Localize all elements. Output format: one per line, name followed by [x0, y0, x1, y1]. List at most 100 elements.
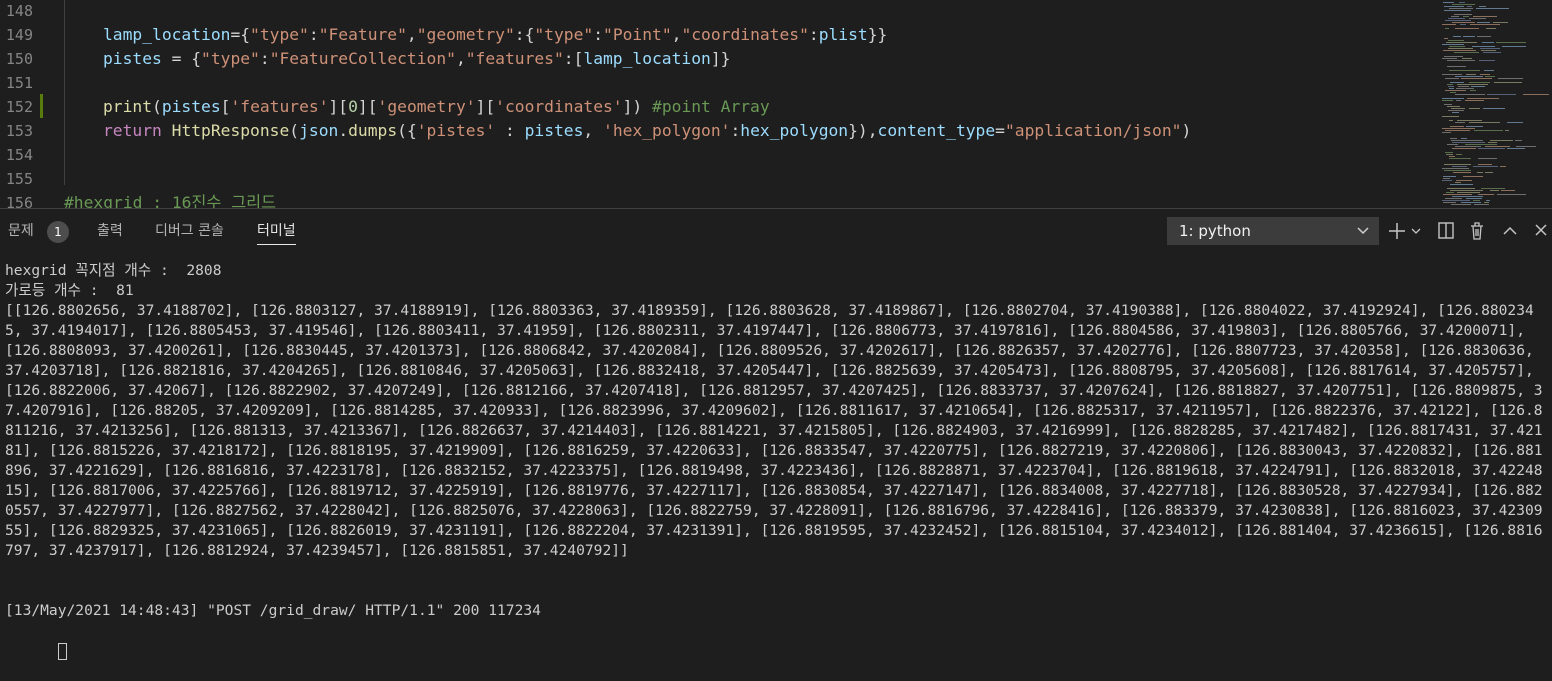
- minimap-line: [1457, 192, 1480, 193]
- minimap-line: [1463, 176, 1483, 177]
- tab-debug-console[interactable]: 디버그 콘솔: [155, 209, 224, 253]
- terminal-cursor: [57, 642, 67, 660]
- minimap-line: [1458, 86, 1469, 87]
- code-token: :: [495, 121, 525, 140]
- code-token: 'coordinates': [495, 97, 623, 116]
- minimap-line: [1449, 120, 1453, 121]
- minimap-line: [1451, 16, 1459, 17]
- code-token: :: [808, 25, 819, 44]
- minimap-line: [1447, 106, 1460, 107]
- minimap-line: [1485, 146, 1510, 147]
- close-panel-button[interactable]: [1531, 217, 1551, 245]
- line-number: 153: [5, 122, 33, 140]
- minimap-line: [1478, 164, 1492, 165]
- terminal-output[interactable]: hexgrid 꼭지점 개수 : 2808 가로등 개수 : 81 [[126.…: [5, 261, 1550, 660]
- split-terminal-button[interactable]: [1436, 217, 1456, 245]
- minimap-line: [1451, 140, 1483, 141]
- minimap-line: [1501, 190, 1515, 191]
- minimap-line: [1467, 98, 1499, 99]
- line-code: #hexgrid : 16진수 그리드: [64, 191, 276, 208]
- code-token: ): [1181, 121, 1192, 140]
- code-token: "Point": [603, 25, 672, 44]
- code-editor[interactable]: 148 149 lamp_location={"type":"Feature","g…: [0, 0, 1552, 208]
- minimap-line: [1450, 92, 1456, 93]
- minimap-line: [1443, 2, 1454, 3]
- new-terminal-button[interactable]: [1386, 217, 1408, 245]
- minimap-line: [1449, 156, 1455, 157]
- minimap-line: [1451, 108, 1465, 109]
- minimap-line: [1447, 60, 1475, 61]
- minimap-line: [1497, 194, 1526, 195]
- bottom-panel: 문제 1 출력 디버그 콘솔 터미널 1: python hexgrid 꼭지점…: [0, 208, 1552, 660]
- code-token: ][: [475, 97, 496, 116]
- minimap-line: [1450, 126, 1464, 127]
- minimap-line: [1447, 144, 1458, 145]
- maximize-panel-button[interactable]: [1500, 217, 1520, 245]
- minimap-line: [1498, 78, 1523, 79]
- minimap-line: [1445, 198, 1462, 199]
- minimap-line: [1479, 6, 1486, 7]
- minimap-line: [1507, 122, 1523, 123]
- minimap-line: [1443, 50, 1476, 51]
- line-number: 150: [5, 50, 33, 68]
- minimap-line: [1480, 74, 1490, 75]
- minimap-line: [1465, 100, 1484, 101]
- minimap-line: [1449, 46, 1465, 47]
- minimap-line: [1485, 172, 1493, 173]
- minimap-line: [1445, 90, 1466, 91]
- problems-count-badge: 1: [47, 221, 69, 243]
- minimap-line: [1450, 138, 1457, 139]
- code-token: lamp_location: [103, 25, 231, 44]
- minimap-line: [1470, 90, 1476, 91]
- minimap-line: [1449, 8, 1473, 9]
- code-token: (: [152, 97, 162, 116]
- minimap-line: [1452, 196, 1483, 197]
- minimap-line: [1446, 192, 1454, 193]
- code-token: HttpResponse: [171, 121, 290, 140]
- code-token: ,: [455, 49, 466, 68]
- minimap-line: [1444, 38, 1448, 39]
- minimap-line: [1442, 58, 1457, 59]
- minimap-line: [1479, 60, 1495, 61]
- terminal-profile-dropdown-button[interactable]: [1409, 217, 1423, 245]
- line-code: return HttpResponse(json.dumps({'pistes'…: [103, 119, 1191, 143]
- minimap-line: [1486, 200, 1490, 201]
- code-token: "geometry": [416, 25, 515, 44]
- tab-output[interactable]: 출력: [97, 209, 123, 253]
- line-number: 155: [5, 170, 33, 188]
- minimap-line: [1450, 190, 1483, 191]
- minimap[interactable]: [1432, 0, 1552, 208]
- code-token: ,: [671, 25, 682, 44]
- minimap-line: [1476, 8, 1509, 9]
- code-token: "type": [534, 25, 594, 44]
- terminal-line-http-log: [13/May/2021 14:48:43] "POST /grid_draw/…: [5, 602, 541, 619]
- minimap-line: [1443, 176, 1456, 177]
- minimap-line: [1456, 154, 1462, 155]
- terminal-line-vertex-count: hexgrid 꼭지점 개수 : 2808: [5, 262, 222, 279]
- code-token: content_type: [877, 121, 996, 140]
- minimap-line: [1445, 28, 1449, 29]
- tab-problems[interactable]: 문제: [8, 209, 34, 253]
- minimap-line: [1442, 116, 1459, 117]
- minimap-line: [1507, 148, 1525, 149]
- terminal-select-dropdown[interactable]: 1: python: [1167, 217, 1379, 245]
- minimap-line: [1461, 202, 1481, 203]
- minimap-line: [1450, 82, 1464, 83]
- minimap-line: [1442, 44, 1464, 45]
- trash-icon: [1468, 222, 1486, 249]
- kill-terminal-button[interactable]: [1467, 217, 1487, 245]
- terminal-coordinates-array: [[126.8802656, 37.4188702], [126.8803127…: [5, 302, 1543, 559]
- code-token: ]}: [710, 49, 731, 68]
- minimap-line: [1442, 128, 1475, 129]
- minimap-line: [1445, 20, 1471, 21]
- minimap-line: [1478, 148, 1505, 149]
- chevron-down-icon: [1410, 228, 1422, 249]
- minimap-line: [1449, 158, 1471, 159]
- code-token: }}: [867, 25, 888, 44]
- tab-terminal[interactable]: 터미널: [257, 209, 296, 253]
- terminal-line-lamp-count: 가로등 개수 : 81: [5, 282, 134, 299]
- minimap-line: [1443, 178, 1450, 179]
- minimap-line: [1448, 40, 1464, 41]
- minimap-line: [1484, 70, 1494, 71]
